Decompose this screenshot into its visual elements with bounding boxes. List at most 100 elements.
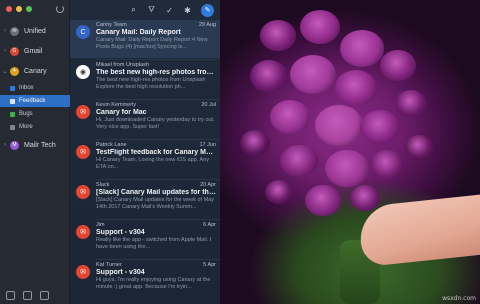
- sender-name: Slack: [96, 182, 110, 188]
- message-item[interactable]: ✉ Slack 20 Apr [Slack] Canary Mail updates …: [70, 180, 220, 218]
- sender-avatar: ◉: [76, 65, 90, 79]
- sender-name: Jim: [96, 222, 105, 228]
- mailr-icon: M: [10, 140, 19, 150]
- flower-petal: [305, 185, 341, 216]
- chevron-down-icon: ⌄: [2, 68, 8, 75]
- sender-avatar: ✉: [76, 105, 90, 119]
- account-label: Canary: [24, 67, 47, 75]
- sender-avatar: ✉: [76, 265, 90, 279]
- message-subject: TestFlight feedback for Canary Mail...: [96, 149, 216, 156]
- people-icon[interactable]: [6, 291, 15, 300]
- chevron-right-icon: ›: [4, 48, 6, 54]
- flower-petal: [340, 30, 384, 68]
- flower-petal: [300, 10, 340, 44]
- message-preview: Hi, Just downloaded Canary yesterday to …: [96, 117, 215, 130]
- message-item[interactable]: ✉ Kat Turner 5 Apr Support - v304 Hi guys, I…: [70, 260, 220, 298]
- flower-petal: [370, 150, 404, 179]
- inbox-icon: [10, 85, 15, 91]
- account-canary[interactable]: ⌄ ✦ Canary: [0, 62, 70, 80]
- sender-avatar: ✉: [76, 185, 90, 199]
- folder-inbox[interactable]: Inbox: [0, 82, 70, 94]
- message-subject: [Slack] Canary Mail updates for the...: [96, 189, 216, 196]
- sender-avatar: ✉: [76, 225, 90, 239]
- account-mailr-tech[interactable]: › M Mailr Tech: [0, 136, 70, 154]
- message-date: 29 Aug: [198, 22, 216, 28]
- account-label: Gmail: [24, 47, 43, 55]
- message-item[interactable]: ◉ Mikael from Unsplash The best new high-r…: [70, 60, 220, 98]
- chevron-right-icon: ›: [4, 142, 6, 148]
- message-date: 5 Apr: [203, 262, 216, 268]
- folder-icon: [10, 111, 15, 117]
- list-toolbar: ⌕ ⛛ ✓ ✱ ✎: [70, 0, 220, 20]
- read-all-icon[interactable]: ✓: [165, 6, 174, 15]
- message-list: ⌕ ⛛ ✓ ✱ ✎ C Canny Team 29 Aug Canary Mail: …: [70, 0, 220, 304]
- flower-petal: [315, 105, 363, 146]
- flower-petal: [395, 90, 427, 118]
- sender-avatar: ✉: [76, 145, 90, 159]
- flower-petal: [250, 60, 288, 93]
- zoom-button[interactable]: [26, 6, 32, 12]
- window-controls: [6, 6, 32, 12]
- account-gmail[interactable]: › G Gmail: [0, 42, 70, 60]
- flower-petal: [240, 130, 270, 156]
- message-date: 20 Apr: [200, 182, 216, 188]
- message-date: 20 Jul: [201, 102, 216, 108]
- folder-bugs[interactable]: Bugs: [0, 108, 70, 120]
- sidebar-footer: [6, 291, 49, 300]
- message-subject: Canary for Mac: [96, 109, 147, 116]
- sender-name: Canny Team: [96, 22, 127, 28]
- message-subject: Canary Mail: Daily Report: [96, 29, 181, 36]
- tools-icon[interactable]: ✱: [183, 6, 192, 15]
- sender-avatar: C: [76, 25, 90, 39]
- account-unified[interactable]: › ✉ Unified: [0, 22, 70, 40]
- minimize-button[interactable]: [16, 6, 22, 12]
- folder-label: Feedback: [19, 98, 46, 104]
- message-item[interactable]: ✉ Patrick Lane 17 Jun TestFlight feedback f…: [70, 140, 220, 178]
- message-item[interactable]: ✉ Kevin Kemmerly 20 Jul Canary for Mac Hi, J…: [70, 100, 220, 138]
- filter-icon[interactable]: ⛛: [147, 5, 156, 15]
- flower-petal: [290, 55, 336, 95]
- flower-petal: [265, 180, 293, 204]
- folder-icon: [10, 98, 15, 104]
- account-sidebar: › ✉ Unified › G Gmail ⌄ ✦ Canary Inbox F…: [0, 0, 70, 304]
- message-preview: Hi guys, I'm really enjoying using Canar…: [96, 277, 211, 290]
- folder-label: Inbox: [19, 85, 34, 91]
- flower-petal: [260, 20, 296, 51]
- flower-petal: [270, 100, 310, 134]
- watermark: wsxdn.com: [442, 295, 476, 302]
- flower-petal: [360, 110, 400, 144]
- folder-more[interactable]: More: [0, 121, 70, 133]
- unified-icon: ✉: [10, 26, 19, 36]
- flower-petal: [280, 145, 318, 178]
- flower-petal: [325, 150, 369, 188]
- message-item[interactable]: ✉ Jim 6 Apr Support - v304 Really like the a…: [70, 220, 220, 258]
- chevron-right-icon: ›: [4, 28, 6, 34]
- flower-petal: [350, 185, 380, 211]
- account-label: Unified: [24, 27, 46, 35]
- sender-name: Patrick Lane: [96, 142, 127, 148]
- compose-icon[interactable]: ✎: [201, 3, 214, 17]
- message-preview: Really like the app - switched from Appl…: [96, 237, 212, 250]
- folder-feedback[interactable]: Feedback: [0, 95, 70, 107]
- sender-name: Mikael from Unsplash: [96, 62, 149, 68]
- message-subject: Support - v304: [96, 229, 145, 236]
- message-subject: Support - v304: [96, 269, 145, 276]
- search-icon[interactable]: ⌕: [129, 5, 138, 15]
- calendar-icon[interactable]: [40, 291, 49, 300]
- message-preview: Canary Mail: Daily Report Daily Report 4…: [96, 37, 208, 50]
- sender-name: Kat Turner: [96, 262, 122, 268]
- gmail-icon: G: [10, 46, 19, 56]
- close-button[interactable]: [6, 6, 12, 12]
- message-preview: [Slack] Canary Mail updates for the week…: [96, 197, 214, 210]
- flower-petal: [335, 70, 377, 106]
- sync-icon[interactable]: [56, 5, 64, 13]
- message-item[interactable]: C Canny Team 29 Aug Canary Mail: Daily Repo…: [70, 20, 220, 58]
- folder-label: More: [19, 124, 33, 130]
- message-preview: The best new high-res photos from Unspla…: [96, 77, 206, 90]
- hydrangea-photo: [220, 0, 480, 304]
- message-preview: Hi Canary Team, Loving the new iOS app. …: [96, 157, 210, 170]
- canary-icon: ✦: [10, 66, 19, 76]
- chevron-right-icon: [10, 124, 15, 130]
- flower-petal: [380, 50, 416, 81]
- settings-icon[interactable]: [23, 291, 32, 300]
